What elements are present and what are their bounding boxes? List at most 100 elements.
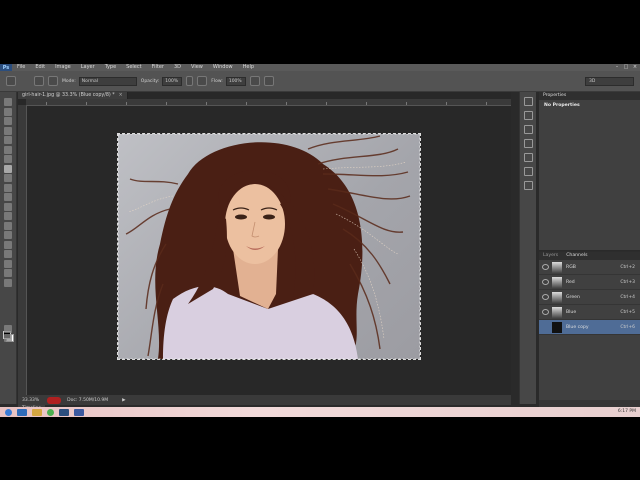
properties-tabbar: Properties [539,92,640,100]
quick-mask-icon[interactable] [4,324,12,333]
minimize-icon[interactable]: – [614,65,620,70]
maximize-icon[interactable]: □ [623,65,629,70]
channel-row-rgb[interactable]: RGB Ctrl+2 [539,260,640,275]
marquee-tool-icon[interactable] [4,107,12,116]
healing-tool-icon[interactable] [4,155,12,163]
mode-select[interactable]: Normal [78,76,137,86]
options-bar: Mode: Normal Opacity: 100% Flow: 100% 3D [0,71,640,92]
gradient-tool-icon[interactable] [4,202,12,211]
pressure-opacity-icon[interactable] [197,76,208,86]
airbrush-icon[interactable] [249,76,260,86]
channel-shortcut: Ctrl+6 [620,324,635,330]
brush-tool-icon[interactable] [4,164,12,173]
properties-panel: Properties No Properties [539,92,640,250]
document-tab-title: girl-hair-1.jpg @ 33.3% (Blue copy/8) * [22,93,115,98]
history-brush-tool-icon[interactable] [4,183,12,192]
photoshop-task-icon[interactable] [59,408,69,416]
brush-panel-icon[interactable] [48,76,58,86]
document-tab[interactable]: girl-hair-1.jpg @ 33.3% (Blue copy/8) * × [18,92,128,99]
hand-tool-icon[interactable] [4,269,12,277]
channel-name: Green [566,294,580,300]
channel-row-green[interactable]: Green Ctrl+4 [539,290,640,305]
menu-view[interactable]: View [186,64,208,71]
menu-bar: Ps File Edit Image Layer Type Select Fil… [0,64,640,71]
zoom-tool-icon[interactable] [4,278,12,287]
menu-window[interactable]: Window [208,64,238,71]
windows-taskbar: 6:17 PM [0,407,640,417]
lasso-tool-icon[interactable] [4,117,12,125]
doc-info: Doc: 7.50M/10.9M [67,397,109,403]
brush-preset-icon[interactable] [34,76,44,86]
zoom-level[interactable]: 33.33% [22,398,39,403]
channel-name: Blue [566,309,577,315]
app-task-icon[interactable] [74,408,84,416]
explorer-icon[interactable] [32,408,42,416]
actions-panel-icon[interactable] [523,111,533,120]
paragraph-panel-icon[interactable] [523,167,533,176]
eyedropper-tool-icon[interactable] [4,145,12,154]
menu-filter[interactable]: Filter [147,64,169,71]
start-button-icon[interactable] [5,408,12,416]
channel-row-blue[interactable]: Blue Ctrl+5 [539,305,640,320]
opacity-chevron-icon[interactable] [186,76,194,86]
swatches-panel-icon[interactable] [523,125,533,134]
history-panel-icon[interactable] [523,97,533,106]
channel-row-red[interactable]: Red Ctrl+3 [539,275,640,290]
channel-name: Red [566,279,575,285]
brush-presets-icon[interactable] [523,181,533,190]
eraser-tool-icon[interactable] [4,193,12,201]
channel-thumbnail [552,291,562,303]
tab-layers[interactable]: Layers [539,252,562,260]
tab-channels[interactable]: Channels [562,252,591,260]
chrome-icon[interactable] [47,408,54,416]
opacity-label: Opacity: [140,78,160,84]
path-select-tool-icon[interactable] [4,250,12,258]
menu-3d[interactable]: 3D [169,64,186,71]
visibility-eye-icon[interactable] [542,324,549,330]
menu-layer[interactable]: Layer [76,64,100,71]
pressure-size-icon[interactable] [263,76,274,86]
channel-shortcut: Ctrl+4 [620,294,635,300]
status-arrow-icon[interactable]: ▶ [122,398,125,403]
image-canvas[interactable] [117,133,421,360]
color-panel-icon[interactable] [523,139,533,148]
crop-tool-icon[interactable] [4,136,12,144]
browser-icon[interactable] [17,408,27,416]
channel-thumbnail [552,276,562,288]
flow-label: Flow: [211,78,223,84]
pen-tool-icon[interactable] [4,231,12,239]
channel-row-blue-copy[interactable]: Blue copy Ctrl+6 [539,320,640,335]
menu-edit[interactable]: Edit [30,64,50,71]
menu-file[interactable]: File [12,64,30,71]
flow-field[interactable]: 100% [225,76,246,86]
channel-thumbnail [552,306,562,318]
move-tool-icon[interactable] [4,98,12,106]
shape-tool-icon[interactable] [4,259,12,268]
channels-panel: Layers Channels RGB Ctrl+2 Red Ctrl+3 Gr… [539,251,640,408]
menu-select[interactable]: Select [121,64,146,71]
blur-tool-icon[interactable] [4,212,12,220]
character-panel-icon[interactable] [523,153,533,162]
menu-type[interactable]: Type [100,64,121,71]
visibility-eye-icon[interactable] [542,294,549,300]
quick-select-tool-icon[interactable] [4,126,12,135]
menu-image[interactable]: Image [50,64,76,71]
menu-help[interactable]: Help [238,64,259,71]
workspace-select[interactable]: 3D [585,77,634,86]
visibility-eye-icon[interactable] [542,264,549,270]
photoshop-logo: Ps [0,64,12,71]
channel-thumbnail [552,261,562,273]
opacity-field[interactable]: 100% [162,76,183,86]
close-icon[interactable]: × [632,65,638,70]
tools-panel [0,92,17,404]
dodge-tool-icon[interactable] [4,221,12,230]
visibility-eye-icon[interactable] [542,279,549,285]
type-tool-icon[interactable] [4,240,12,249]
screen-mode-icon[interactable] [4,334,12,342]
brush-tool-icon[interactable] [6,76,16,86]
clone-stamp-tool-icon[interactable] [4,174,12,182]
close-tab-icon[interactable]: × [119,93,123,98]
window-controls: – □ × [614,64,638,71]
visibility-eye-icon[interactable] [542,309,549,315]
tab-properties[interactable]: Properties [539,92,570,100]
